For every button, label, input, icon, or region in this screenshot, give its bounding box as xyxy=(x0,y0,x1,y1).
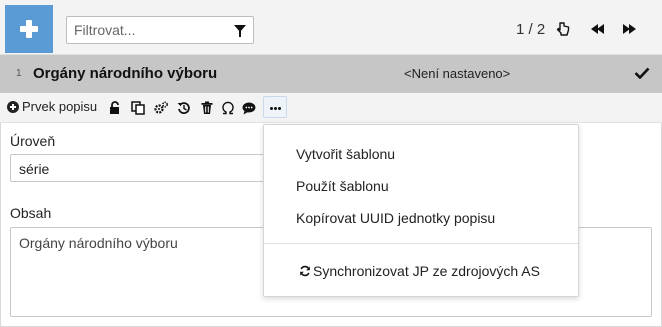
more-menu: Vytvořit šablonu Použít šablonu Kopírova… xyxy=(263,124,579,297)
add-button[interactable] xyxy=(5,5,53,53)
filter-box xyxy=(66,16,254,44)
sync-icon xyxy=(300,265,310,277)
settings-icon[interactable] xyxy=(154,101,168,115)
content-value: Orgány národního výboru xyxy=(19,235,178,251)
menu-item-label: Synchronizovat JP ze zdrojových AS xyxy=(313,263,540,279)
menu-item-create-template[interactable]: Vytvořit šablonu xyxy=(264,139,578,169)
more-button[interactable] xyxy=(263,96,287,118)
history-icon[interactable] xyxy=(177,101,191,115)
check-icon[interactable] xyxy=(634,67,650,79)
menu-item-label: Vytvořit šablonu xyxy=(296,146,396,162)
lock-icon[interactable] xyxy=(109,101,123,115)
comment-icon[interactable] xyxy=(242,101,256,115)
pager-text: 1 / 2 xyxy=(516,21,546,38)
menu-item-sync[interactable]: Synchronizovat JP ze zdrojových AS xyxy=(264,256,578,286)
go-to-page-icon[interactable] xyxy=(556,21,570,37)
menu-item-use-template[interactable]: Použít šablonu xyxy=(264,171,578,201)
edit-toolbar: Prvek popisu xyxy=(0,93,662,123)
filter-input[interactable] xyxy=(67,17,227,43)
add-element-button[interactable]: Prvek popisu xyxy=(7,99,97,114)
trash-icon[interactable] xyxy=(200,101,214,115)
menu-item-copy-uuid[interactable]: Kopírovat UUID jednotky popisu xyxy=(264,203,578,233)
copy-icon[interactable] xyxy=(131,101,145,115)
record-number: 1 xyxy=(16,68,22,79)
add-element-label: Prvek popisu xyxy=(22,99,98,114)
level-label: Úroveň xyxy=(10,133,56,149)
level-value: série xyxy=(19,161,50,177)
filter-icon[interactable] xyxy=(234,25,246,37)
menu-divider xyxy=(264,243,578,244)
record-title: Orgány národního výboru xyxy=(33,65,218,82)
level-select[interactable]: série xyxy=(10,154,274,182)
menu-item-label: Použít šablonu xyxy=(296,178,389,194)
record-header[interactable]: 1 Orgány národního výboru <Není nastaven… xyxy=(0,55,662,93)
menu-item-label: Kopírovat UUID jednotky popisu xyxy=(296,210,496,226)
record-state: <Není nastaveno> xyxy=(404,66,511,81)
top-bar: 1 / 2 xyxy=(0,0,662,55)
plus-circle-icon xyxy=(7,100,19,113)
content-label: Obsah xyxy=(10,205,52,221)
omega-icon[interactable] xyxy=(221,101,235,115)
